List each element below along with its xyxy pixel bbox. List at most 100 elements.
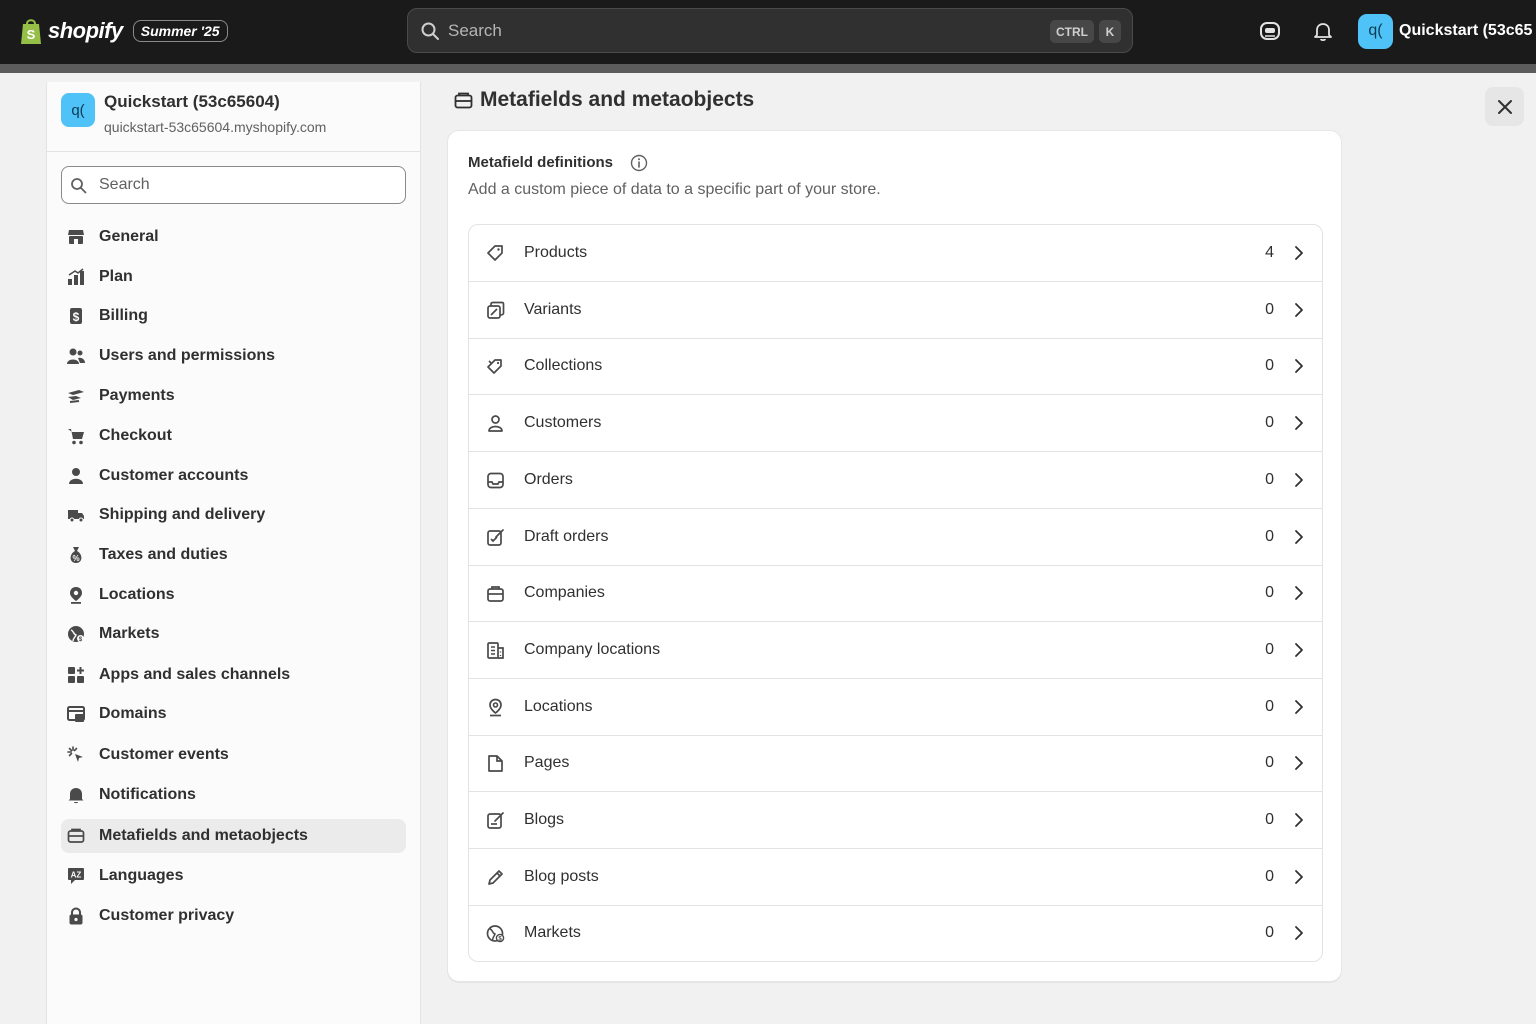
brand-wordmark: shopify [48,18,123,43]
sidebar-item-customer-privacy[interactable]: Customer privacy [61,899,406,933]
resource-row-orders[interactable]: Orders 0 [469,452,1322,509]
location-pin-icon [489,698,502,716]
chevron-right-icon [1295,472,1303,487]
resource-row-variants[interactable]: Variants 0 [469,282,1322,339]
globe-icon: $ [486,925,505,943]
resource-row-customers[interactable]: Customers 0 [469,395,1322,453]
chevron-right-icon [1295,642,1303,657]
pencil-icon [488,869,503,885]
search-icon [71,178,87,194]
resource-row-label: Draft orders [524,527,609,545]
sidebar-item-label: General [99,228,159,245]
sidebar-item-customer-accounts[interactable]: Customer accounts [61,459,406,493]
sidebar-item-label: Taxes and duties [99,546,228,563]
sidebar-item-markets[interactable]: $ Markets [61,617,406,651]
resource-row-locations[interactable]: Locations 0 [469,679,1322,736]
sidebar-item-metafields[interactable]: Metafields and metaobjects [61,819,406,853]
store-menu-button[interactable]: q( Quickstart (53c65 [1358,13,1532,49]
resource-row-collections[interactable]: Collections 0 [469,338,1322,396]
sidebar-store-name: Quickstart (53c65604) [104,92,280,111]
users-icon [67,348,85,364]
resource-row-markets[interactable]: $ Markets 0 [469,905,1322,961]
apps-icon [68,667,84,683]
shopify-bag-icon: S [21,19,41,44]
sidebar-item-domains[interactable]: Domains [61,697,406,731]
sidebar-item-label: Notifications [99,786,196,803]
resource-row-blogs[interactable]: Blogs 0 [469,792,1322,849]
sidebar-item-label: Plan [99,268,133,285]
store-icon [68,230,84,244]
sidebar-item-taxes[interactable]: % Taxes and duties [61,538,406,572]
notifications-bell-icon[interactable] [1312,20,1334,42]
globe-icon: $ [68,626,84,643]
chevron-right-icon [1295,529,1303,544]
resource-row-label: Companies [524,584,605,602]
payments-hand-icon [68,390,84,403]
variant-icon [487,301,505,319]
sidebar-item-shipping[interactable]: Shipping and delivery [61,498,406,532]
cursor-click-icon [67,746,83,762]
resource-row-count: 0 [1265,357,1274,375]
close-icon [1497,99,1512,114]
sidebar-item-notifications[interactable]: Notifications [61,778,406,812]
store-avatar: q( [1358,13,1393,49]
resource-row-count: 0 [1265,527,1274,545]
sidebar-item-customer-events[interactable]: Customer events [61,738,406,772]
resource-row-pages[interactable]: Pages 0 [469,735,1322,793]
resource-row-label: Blog posts [524,867,599,885]
resource-row-count: 0 [1265,811,1274,828]
resource-row-products[interactable]: Products 4 [469,225,1322,282]
sidebar-item-payments[interactable]: Payments [61,379,406,413]
briefcase-icon [487,586,504,603]
sidebar-item-users[interactable]: Users and permissions [61,339,406,373]
resource-row-label: Orders [524,470,573,488]
shopify-logo[interactable]: S shopify Summer '25 [20,15,228,47]
svg-text:AZ: AZ [71,871,82,880]
close-settings-button[interactable] [1485,87,1524,126]
shortcut-k-key: K [1099,20,1121,43]
top-bar: S shopify Summer '25 Search CTRL K q( Qu… [0,0,1536,64]
chevron-right-icon [1295,302,1303,317]
sidebar-item-locations[interactable]: Locations [61,578,406,612]
resource-row-company-locations[interactable]: Company locations 0 [469,622,1322,679]
svg-text:$: $ [73,310,80,324]
metafields-icon [67,828,85,843]
location-pin-icon [70,587,82,604]
sidebar-item-label: Locations [99,586,175,603]
chevron-right-icon [1295,869,1303,884]
card-description: Add a custom piece of data to a specific… [468,181,881,198]
card-title: Metafield definitions [468,154,614,171]
resource-row-label: Collections [524,357,603,375]
chevron-right-icon [1295,813,1303,827]
sidebar-item-general[interactable]: General [61,220,406,254]
money-bag-icon: % [70,547,82,563]
resource-row-draft-orders[interactable]: Draft orders 0 [469,509,1322,566]
sidebar-item-label: Customer events [99,746,229,763]
tag-icon [487,245,503,261]
chevron-right-icon [1295,699,1303,714]
truck-icon [68,510,84,523]
sidebar-item-label: Languages [99,867,184,884]
sidebar-item-billing[interactable]: $ Billing [61,299,406,333]
sidebar-item-checkout[interactable]: Checkout [61,419,406,453]
resource-row-blog-posts[interactable]: Blog posts 0 [469,849,1322,906]
settings-search-input[interactable]: Search [61,166,406,204]
resource-row-count: 0 [1265,584,1274,602]
sidebar-item-apps[interactable]: Apps and sales channels [61,658,406,692]
resource-row-label: Blogs [524,811,565,828]
billing-dollar-icon: $ [70,308,82,324]
bell-icon [68,788,84,804]
domains-icon [67,706,85,722]
sidebar-item-plan[interactable]: Plan [61,260,406,294]
sidekick-assistant-icon[interactable] [1259,20,1281,42]
sidebar-item-languages[interactable]: AZ Languages [61,859,406,893]
svg-text:%: % [72,554,79,563]
resource-row-label: Customers [524,414,602,432]
sidebar-item-label: Users and permissions [99,347,276,364]
resource-row-companies[interactable]: Companies 0 [469,565,1322,623]
global-search-input[interactable]: Search CTRL K [407,8,1133,53]
edition-badge[interactable]: Summer '25 [132,20,228,42]
resource-row-label: Variants [524,300,582,318]
info-icon[interactable] [630,154,648,172]
sidebar-store-header: q( Quickstart (53c65604) quickstart-53c6… [47,82,420,152]
